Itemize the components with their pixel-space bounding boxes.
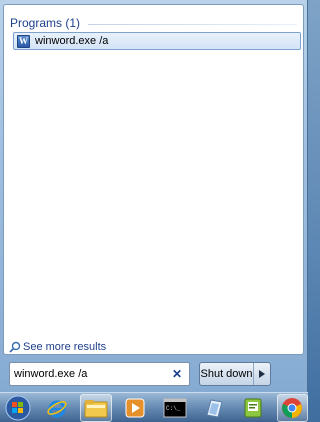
- word-doc-icon: W: [17, 34, 30, 48]
- chrome-icon: [282, 397, 303, 418]
- taskbar-file-explorer[interactable]: [80, 393, 112, 422]
- taskbar-internet-explorer[interactable]: [41, 394, 72, 422]
- cmd-icon: C:\_: [163, 398, 187, 417]
- see-more-results-link[interactable]: See more results: [9, 340, 106, 354]
- result-item-label: winword.exe /a: [35, 35, 109, 47]
- see-more-label: See more results: [23, 341, 107, 353]
- shutdown-button[interactable]: Shut down: [200, 363, 254, 385]
- notebook-icon: [206, 398, 223, 418]
- taskbar-green-app[interactable]: [237, 394, 268, 422]
- search-icon: [9, 341, 21, 353]
- folder-icon: [84, 399, 108, 417]
- svg-text:C:\_: C:\_: [166, 405, 181, 412]
- taskbar-chrome[interactable]: [276, 393, 308, 422]
- taskbar-media-player[interactable]: [120, 394, 151, 422]
- right-arrow-icon: [259, 370, 265, 378]
- result-item-winword[interactable]: W winword.exe /a: [13, 32, 301, 50]
- group-divider: [88, 23, 297, 25]
- taskbar: C:\_: [0, 392, 308, 422]
- media-player-icon: [125, 398, 145, 417]
- taskbar-notebook-app[interactable]: [198, 394, 229, 422]
- programs-group-title: Programs (1): [10, 16, 81, 30]
- shutdown-button-group: Shut down: [199, 362, 271, 386]
- search-input[interactable]: [14, 368, 164, 380]
- clear-icon[interactable]: ✕: [171, 367, 183, 381]
- start-orb[interactable]: [2, 394, 33, 422]
- windows-logo-icon: [5, 395, 31, 420]
- programs-group-header: Programs (1): [10, 14, 297, 32]
- green-app-icon: [244, 398, 262, 417]
- taskbar-command-prompt[interactable]: C:\_: [159, 394, 190, 422]
- search-box[interactable]: ✕: [9, 362, 190, 386]
- search-results-pane: Programs (1): [3, 4, 304, 355]
- shutdown-options-button[interactable]: [254, 363, 270, 385]
- start-menu: Programs (1) W winword.exe /a See more r…: [0, 0, 308, 392]
- ie-icon: [47, 400, 67, 417]
